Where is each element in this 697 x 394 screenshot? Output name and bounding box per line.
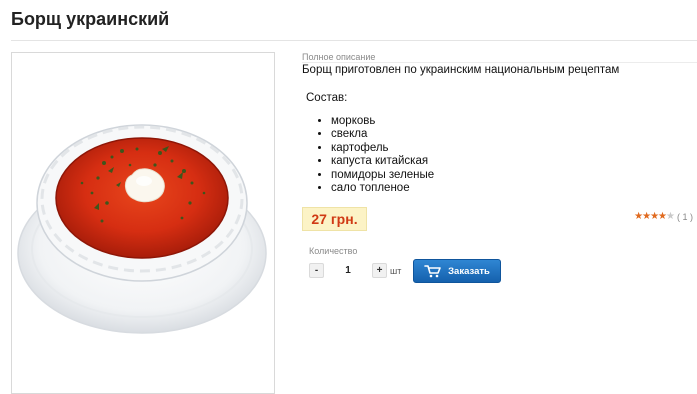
description-heading: Полное описание (302, 52, 376, 62)
rating-stars[interactable]: ★★★★★ (634, 211, 675, 222)
product-image (11, 52, 275, 394)
quantity-label: Количество (309, 246, 358, 256)
quantity-input[interactable] (324, 263, 372, 278)
ingredient-item: картофель (331, 142, 434, 155)
star-icon[interactable]: ★ (634, 211, 643, 222)
rating[interactable]: ★★★★★ ( 1 ) (634, 211, 693, 222)
order-button[interactable]: Заказать (413, 259, 501, 283)
star-icon[interactable]: ★ (658, 211, 667, 222)
description-text: Борщ приготовлен по украинским националь… (302, 64, 620, 76)
star-icon[interactable]: ★ (666, 211, 675, 222)
title-divider (11, 40, 697, 41)
ingredient-item: капуста китайская (331, 155, 434, 168)
order-button-label: Заказать (448, 265, 490, 277)
rating-count: ( 1 ) (676, 211, 693, 222)
quantity-stepper: - + шт (309, 262, 401, 279)
quantity-increase-button[interactable]: + (372, 263, 387, 278)
ingredient-item: сало топленое (331, 182, 434, 195)
ingredient-item: помидоры зеленые (331, 169, 434, 182)
star-icon[interactable]: ★ (642, 211, 651, 222)
cart-icon (424, 264, 442, 278)
description-divider (302, 62, 697, 63)
page-title: Борщ украинский (11, 9, 170, 29)
star-icon[interactable]: ★ (650, 211, 659, 222)
borscht-bowl-image (17, 124, 267, 334)
ingredient-item: морковь (331, 115, 434, 128)
price-badge: 27 грн. (302, 207, 367, 231)
ingredient-item: свекла (331, 128, 434, 141)
ingredient-list: морковь свекла картофель капуста китайск… (316, 115, 434, 195)
composition-label: Состав: (306, 92, 348, 104)
quantity-decrease-button[interactable]: - (309, 263, 324, 278)
quantity-unit: шт (390, 265, 402, 276)
